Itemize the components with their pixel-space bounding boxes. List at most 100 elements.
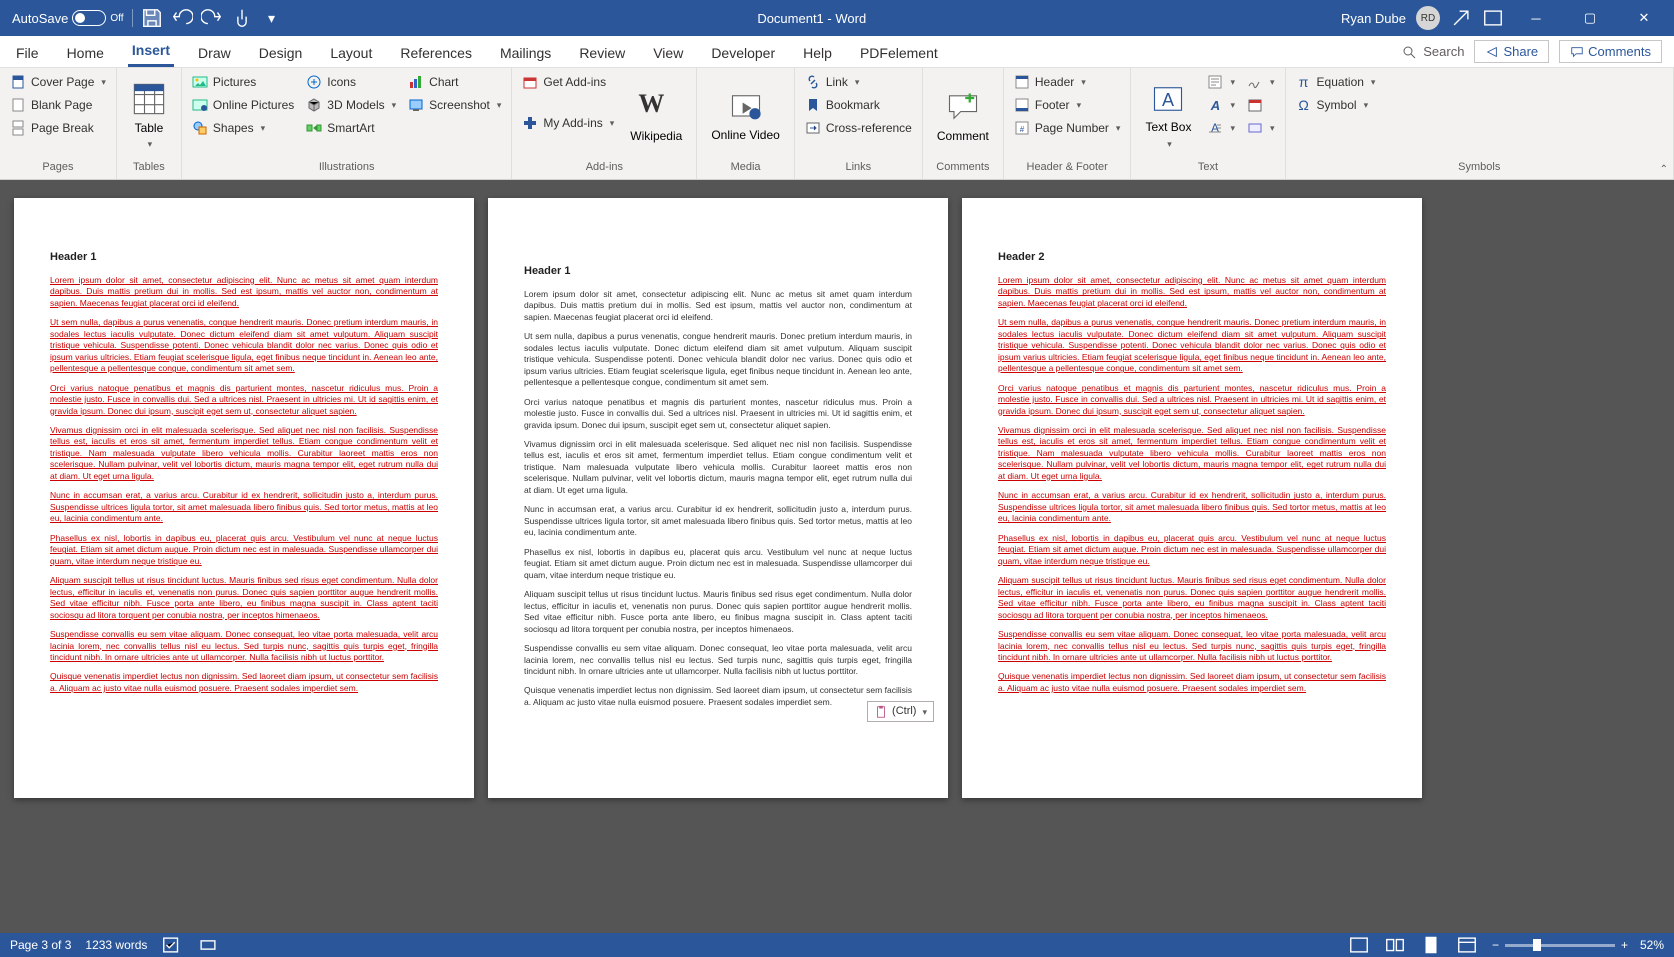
group-label-addins: Add-ins — [520, 159, 688, 177]
macro-recording-icon[interactable] — [197, 936, 219, 954]
clipboard-icon — [874, 705, 888, 719]
bookmark-icon — [805, 97, 821, 113]
signature-button[interactable]: ▾ — [1245, 72, 1277, 92]
cross-reference-button[interactable]: Cross-reference — [803, 118, 914, 138]
wikipedia-button[interactable]: W Wikipedia — [624, 72, 688, 159]
group-label-pages: Pages — [8, 159, 108, 177]
undo-icon[interactable] — [171, 7, 193, 29]
tell-me-search[interactable]: Search — [1401, 44, 1464, 60]
document-scroll[interactable]: Header 1 Lorem ipsum dolor sit amet, con… — [0, 180, 1674, 933]
print-layout-icon[interactable] — [1420, 936, 1442, 954]
page-1[interactable]: Header 1 Lorem ipsum dolor sit amet, con… — [14, 198, 474, 798]
read-mode-icon[interactable] — [1384, 936, 1406, 954]
textbox-button[interactable]: A Text Box▾ — [1139, 72, 1197, 159]
coming-soon-icon[interactable] — [1450, 7, 1472, 29]
quick-parts-button[interactable]: ▾ — [1205, 72, 1237, 92]
group-label-links: Links — [803, 159, 914, 177]
zoom-slider[interactable] — [1505, 944, 1615, 947]
tab-layout[interactable]: Layout — [326, 39, 376, 67]
blank-page-button[interactable]: Blank Page — [8, 95, 108, 115]
chart-button[interactable]: Chart — [406, 72, 503, 92]
comments-button[interactable]: Comments — [1559, 40, 1662, 63]
paste-options-button[interactable]: (Ctrl)▾ — [867, 701, 934, 722]
shapes-button[interactable]: Shapes▾ — [190, 118, 296, 138]
page-3[interactable]: Header 2 Lorem ipsum dolor sit amet, con… — [962, 198, 1422, 798]
zoom-level[interactable]: 52% — [1640, 938, 1664, 952]
page-indicator[interactable]: Page 3 of 3 — [10, 938, 71, 952]
cover-page-button[interactable]: Cover Page▾ — [8, 72, 108, 92]
group-symbols: πEquation▾ ΩSymbol▾ Symbols — [1286, 68, 1674, 179]
tab-home[interactable]: Home — [63, 39, 108, 67]
tab-pdfelement[interactable]: PDFelement — [856, 39, 942, 67]
object-icon — [1247, 120, 1263, 136]
web-layout-icon[interactable] — [1456, 936, 1478, 954]
online-pictures-icon — [192, 97, 208, 113]
qat-more-icon[interactable]: ▾ — [261, 7, 283, 29]
pictures-button[interactable]: Pictures — [190, 72, 296, 92]
word-count[interactable]: 1233 words — [85, 938, 147, 952]
header-button[interactable]: Header▾ — [1012, 72, 1123, 92]
tab-review[interactable]: Review — [575, 39, 629, 67]
title-bar: AutoSave Off ▾ Document1 - Word Ryan Dub… — [0, 0, 1674, 36]
object-button[interactable]: ▾ — [1245, 118, 1277, 138]
redo-icon[interactable] — [201, 7, 223, 29]
status-bar: Page 3 of 3 1233 words − + 52% — [0, 933, 1674, 957]
symbol-button[interactable]: ΩSymbol▾ — [1294, 95, 1378, 115]
tab-draw[interactable]: Draw — [194, 39, 235, 67]
online-video-button[interactable]: Online Video — [705, 72, 786, 159]
spellcheck-icon[interactable] — [161, 936, 183, 954]
tab-developer[interactable]: Developer — [707, 39, 779, 67]
drop-cap-button[interactable]: A▾ — [1205, 118, 1237, 138]
focus-mode-icon[interactable] — [1348, 936, 1370, 954]
tab-references[interactable]: References — [396, 39, 476, 67]
autosave-toggle[interactable]: AutoSave Off — [12, 10, 124, 26]
video-icon — [728, 89, 764, 125]
comment-button[interactable]: Comment — [931, 72, 995, 159]
group-label-text: Text — [1139, 159, 1276, 177]
get-addins-button[interactable]: Get Add-ins — [520, 72, 616, 92]
zoom-out-icon[interactable]: − — [1492, 938, 1499, 952]
user-avatar[interactable]: RD — [1416, 6, 1440, 30]
screenshot-button[interactable]: Screenshot▾ — [406, 95, 503, 115]
store-icon — [522, 74, 538, 90]
blank-page-icon — [10, 97, 26, 113]
online-pictures-button[interactable]: Online Pictures — [190, 95, 296, 115]
page-number-button[interactable]: #Page Number▾ — [1012, 118, 1123, 138]
link-button[interactable]: Link▾ — [803, 72, 914, 92]
minimize-button[interactable]: ─ — [1514, 0, 1558, 36]
collapse-ribbon-icon[interactable]: ⌃ — [1660, 164, 1668, 175]
group-label-headerfooter: Header & Footer — [1012, 159, 1123, 177]
icons-icon — [306, 74, 322, 90]
page-2[interactable]: Header 1 Lorem ipsum dolor sit amet, con… — [488, 198, 948, 798]
tab-mailings[interactable]: Mailings — [496, 39, 555, 67]
zoom-in-icon[interactable]: + — [1621, 938, 1628, 952]
icons-button[interactable]: Icons — [304, 72, 398, 92]
smartart-button[interactable]: SmartArt — [304, 118, 398, 138]
document-area: Header 1 Lorem ipsum dolor sit amet, con… — [0, 180, 1674, 933]
ribbon-display-icon[interactable] — [1482, 7, 1504, 29]
table-button[interactable]: Table▾ — [125, 72, 173, 159]
bookmark-button[interactable]: Bookmark — [803, 95, 914, 115]
tab-file[interactable]: File — [12, 39, 43, 67]
tab-insert[interactable]: Insert — [128, 36, 174, 67]
tab-view[interactable]: View — [649, 39, 687, 67]
save-icon[interactable] — [141, 7, 163, 29]
maximize-button[interactable]: ▢ — [1568, 0, 1612, 36]
group-pages: Cover Page▾ Blank Page Page Break Pages — [0, 68, 117, 179]
3d-models-button[interactable]: 3D Models▾ — [304, 95, 398, 115]
share-button[interactable]: Share — [1474, 40, 1549, 63]
footer-button[interactable]: Footer▾ — [1012, 95, 1123, 115]
page3-header: Header 2 — [998, 250, 1386, 265]
tab-design[interactable]: Design — [255, 39, 307, 67]
table-icon — [131, 81, 167, 117]
my-addins-button[interactable]: My Add-ins▾ — [520, 113, 616, 133]
zoom-control[interactable]: − + 52% — [1492, 938, 1664, 952]
wordart-button[interactable]: A▾ — [1205, 95, 1237, 115]
touch-mode-icon[interactable] — [231, 7, 253, 29]
page-break-button[interactable]: Page Break — [8, 118, 108, 138]
date-time-button[interactable] — [1245, 95, 1277, 115]
close-button[interactable]: ✕ — [1622, 0, 1666, 36]
tab-help[interactable]: Help — [799, 39, 836, 67]
page-break-icon — [10, 120, 26, 136]
equation-button[interactable]: πEquation▾ — [1294, 72, 1378, 92]
